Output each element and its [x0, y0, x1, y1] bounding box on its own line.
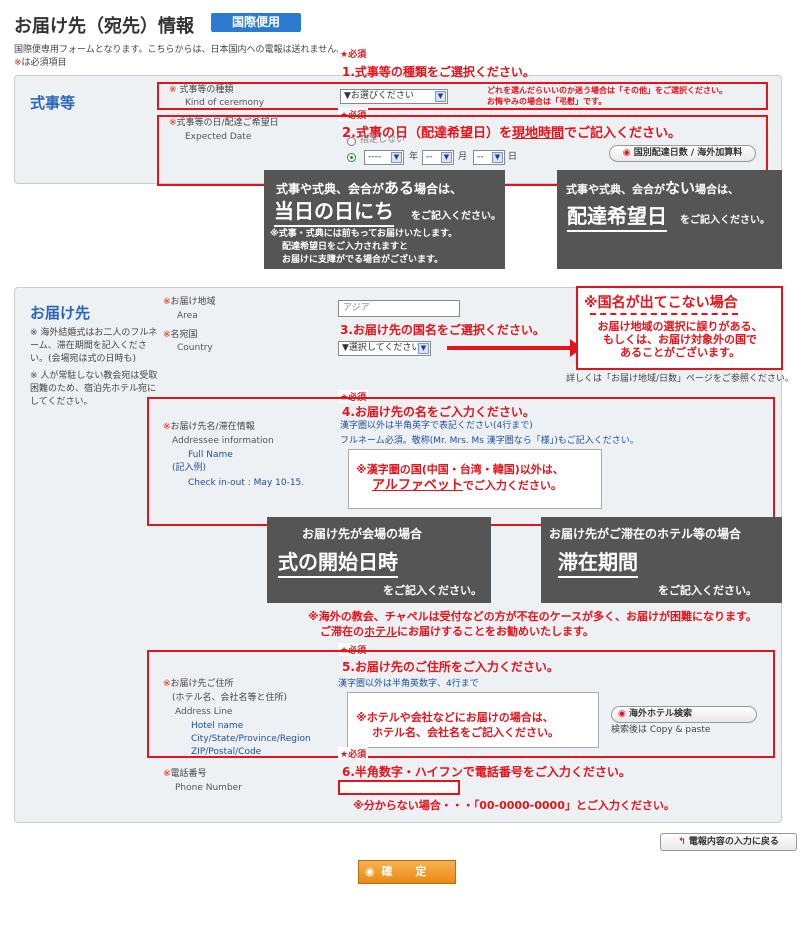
circle-arrow-icon: ◉: [622, 148, 631, 158]
kind-hint: どれを選んだらいいのか迷う場合は「その他」をご選択ください。 お悔やみの場合は「弔…: [487, 86, 727, 106]
box-a-big: 当日の日にち: [274, 195, 394, 227]
international-badge: 国際便用: [211, 13, 301, 32]
venue-title: お届け先が会場の場合: [302, 527, 423, 541]
hotel-search-button[interactable]: ◉ 海外ホテル検索: [611, 706, 757, 723]
phone-note: ※分からない場合・・・「00-0000-0000」とご入力ください。: [353, 799, 675, 812]
month-select[interactable]: -- ▼: [422, 150, 454, 165]
day-unit: 日: [508, 152, 518, 162]
hotel-title: お届け先がご滞在のホテル等の場合: [549, 527, 742, 541]
address-sub2: City/State/Province/Region: [191, 734, 311, 744]
kind-label-en: Kind of ceremony: [185, 98, 265, 108]
addressee-label-en: Addressee information: [172, 436, 274, 446]
addressee-fullname: Full Name: [188, 450, 233, 460]
page-description: 国際便専用フォームとなります。こちらからは、日本国内への電報は送れません。: [14, 45, 346, 55]
step3-instruction: 3.お届け先の国名をご選択ください。: [340, 323, 545, 337]
address-hint: 漢字圏以外は半角英数字、4行まで: [338, 679, 479, 689]
step5-instruction: 5.お届け先のご住所をご入力ください。: [342, 660, 559, 674]
step6-instruction: 6.半角数字・ハイフンで電話番号をご入力ください。: [342, 765, 631, 779]
country-missing-divider: [590, 313, 738, 315]
chevron-down-icon: ▼: [391, 152, 402, 163]
country-select[interactable]: ▼選択してください ▼: [338, 341, 431, 356]
address-sub3: ZIP/Postal/Code: [191, 747, 262, 757]
country-missing-body: お届け地域の選択に誤りがある、 もしくは、お届け対象外の国で あることがございます。: [597, 320, 763, 359]
church-note: ※海外の教会、チャペルは受付などの方が不在のケースが多く、お届けが困難になります…: [308, 610, 757, 638]
country-missing-title: ※国名が出てこない場合: [584, 295, 738, 311]
area-label-en: Area: [177, 311, 198, 321]
phone-label: ※電話番号: [163, 769, 207, 779]
hotel-big: 滞在期間: [558, 546, 638, 578]
radio-no-date[interactable]: [347, 137, 356, 146]
venue-big: 式の開始日時: [278, 546, 398, 578]
date-label-en: Expected Date: [185, 132, 252, 142]
chevron-down-icon: ▼: [435, 91, 446, 102]
circle-arrow-icon: ◉: [618, 709, 626, 719]
red-arrow-line: [447, 346, 572, 350]
required-marker-1: ★必須: [338, 47, 369, 60]
year-unit: 年: [409, 152, 419, 162]
box-a-small: をご記入ください。: [411, 211, 501, 222]
area-label: ※お届け地域: [163, 297, 216, 307]
addressee-hint2: フルネーム必須。敬称(Mr. Mrs. Ms 漢字圏なら「様」)もご記入ください…: [340, 436, 639, 446]
venue-small: をご記入ください。: [383, 584, 482, 597]
addressee-hint1: 漢字圏以外は半角英字で表記ください(4行まで): [340, 421, 533, 431]
back-to-message-button[interactable]: ↰ 電報内容の入力に戻る: [660, 833, 797, 851]
radio-no-date-label: 指定しない: [360, 135, 406, 145]
addressee-example: Check in-out : May 10-15.: [188, 478, 305, 488]
hotel-small: をご記入ください。: [658, 584, 757, 597]
kind-label: ※ 式事等の種類: [169, 85, 234, 95]
phone-field[interactable]: [338, 780, 460, 795]
address-label2: (ホテル名、会社名等と住所): [172, 693, 288, 703]
date-label: ※式事等の日/配達ご希望日: [169, 118, 279, 128]
kind-select[interactable]: ▼お選びください ▼: [340, 89, 448, 104]
chevron-down-icon: ▼: [418, 343, 429, 354]
confirm-button[interactable]: ◉ 確 定: [358, 860, 456, 884]
country-details-link[interactable]: 詳しくは「お届け地域/日数」ページをご参照ください。: [566, 373, 794, 386]
hotel-search-note: 検索後は Copy & paste: [611, 725, 711, 735]
circle-arrow-icon: ◉: [365, 865, 375, 878]
box-b-small: をご記入ください。: [680, 215, 770, 226]
step4-instruction: 4.お届け先の名をご入力ください。: [342, 405, 535, 419]
addressee-label: ※お届け先名/滞在情報: [163, 422, 255, 432]
country-label: ※名宛国: [163, 330, 198, 340]
year-select[interactable]: ---- ▼: [364, 150, 404, 165]
box-a-notes: ※式事・式典には前もってお届けいたします。 配達希望日をご入力されますと お届けに支…: [270, 229, 458, 265]
destination-side-note: ※ 海外結婚式はお二人のフルネーム、滞在期間を記入ください。(会場宛は式の日時も…: [30, 328, 158, 407]
chevron-down-icon: ▼: [441, 152, 452, 163]
chevron-down-icon: ▼: [492, 152, 503, 163]
month-unit: 月: [458, 152, 468, 162]
addressee-example-label: (記入例): [172, 463, 207, 473]
address-note: ※ホテルや会社などにお届けの場合は、 ホテル名、会社名をご記入ください。: [356, 711, 559, 739]
destination-section-title: お届け先: [30, 304, 91, 322]
box-b-big: 配達希望日: [567, 200, 667, 232]
address-sub1: Hotel name: [191, 721, 244, 731]
return-arrow-icon: ↰: [678, 837, 686, 847]
box-b-line1: 式事や式典、会合がない場合は、: [566, 179, 740, 197]
area-field[interactable]: アジア: [338, 300, 460, 317]
step1-instruction: 1.式事等の種類をご選択ください。: [342, 65, 535, 79]
radio-specify-date[interactable]: [347, 153, 356, 162]
ceremony-section-title: 式事等: [30, 94, 76, 112]
country-label-en: Country: [177, 343, 213, 353]
phone-label-en: Phone Number: [175, 783, 242, 793]
delivery-days-button[interactable]: ◉ 国別配達日数 / 海外加算料: [609, 145, 756, 162]
required-marker-5: ★必須: [338, 747, 369, 760]
day-select[interactable]: -- ▼: [473, 150, 505, 165]
page-title: お届け先（宛先）情報: [14, 16, 194, 37]
kanji-note: ※漢字圏の国(中国・台湾・韓国)以外は、 アルファベットでご入力ください。: [356, 463, 564, 493]
address-label: ※お届け先ご住所: [163, 679, 234, 689]
address-label-en: Address Line: [175, 707, 233, 717]
required-note: ※は必須項目: [14, 58, 67, 68]
